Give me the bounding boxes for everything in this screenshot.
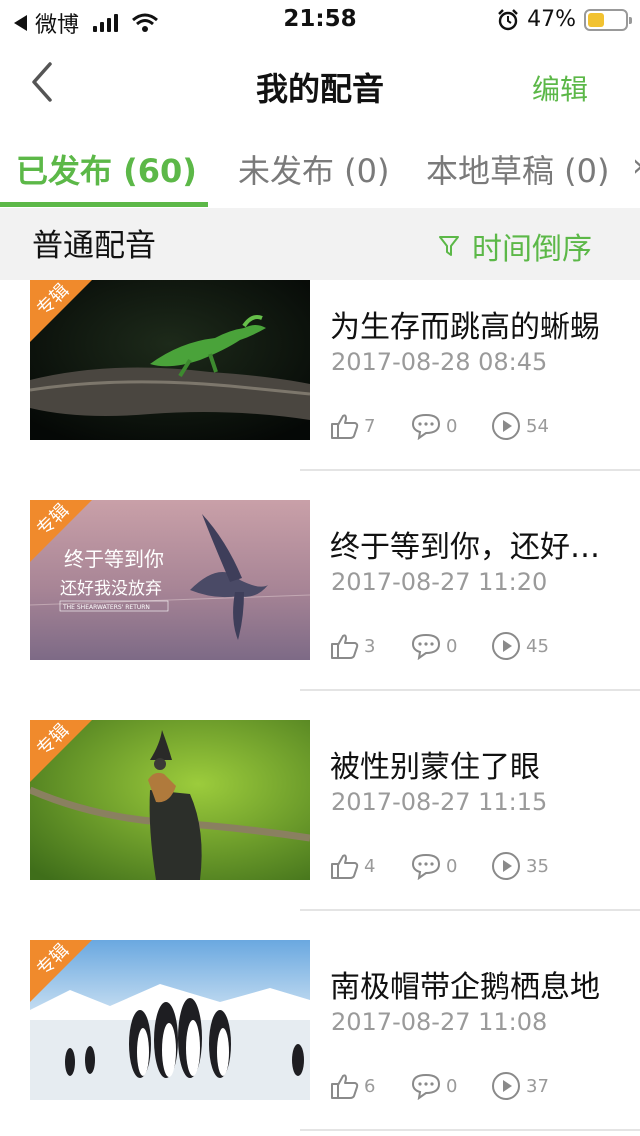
tab-published[interactable]: 已发布 (60)	[16, 146, 197, 192]
comment-count: 0	[446, 635, 458, 657]
thumbnail-crested-bird	[30, 720, 310, 880]
comment-bubble-icon	[411, 853, 441, 880]
thumbnail-lizard	[30, 280, 310, 440]
comment-count: 0	[446, 1075, 458, 1097]
section-title: 普通配音	[32, 228, 156, 264]
play-circle-icon	[492, 1072, 520, 1100]
like-stat[interactable]: 4	[330, 852, 410, 880]
sort-button[interactable]: 时间倒序	[438, 224, 592, 268]
play-stat[interactable]: 37	[490, 1070, 570, 1102]
section-header: 普通配音 时间倒序	[0, 208, 640, 280]
like-stat[interactable]: 7	[330, 412, 410, 440]
thumb-text-line2: 还好我没放弃	[60, 579, 162, 599]
like-stat[interactable]: 3	[330, 632, 410, 660]
status-right: 47%	[497, 7, 632, 32]
list-item[interactable]: 专辑 为生存而跳高的蜥蜴 2017-08-28 08:45 7 0 54	[0, 280, 640, 500]
battery-icon	[584, 8, 632, 31]
comment-count: 0	[446, 415, 458, 437]
play-count: 35	[526, 855, 549, 877]
like-count: 6	[364, 1075, 376, 1097]
play-circle-icon	[492, 632, 520, 660]
like-count: 3	[364, 635, 376, 657]
edit-button[interactable]: 编辑	[532, 68, 588, 108]
play-count: 45	[526, 635, 549, 657]
thumb-text-line1: 终于等到你	[64, 547, 164, 571]
list-item[interactable]: 专辑 被性别蒙住了眼 2017-08-27 11:15 4 0 35	[0, 720, 640, 940]
tab-local-drafts[interactable]: 本地草稿 (0)	[426, 146, 610, 192]
play-count: 37	[526, 1075, 549, 1097]
item-date: 2017-08-28 08:45	[331, 348, 548, 376]
comment-stat[interactable]: 0	[410, 1072, 490, 1100]
thumbs-up-icon	[331, 414, 359, 439]
battery-percent: 47%	[527, 7, 576, 32]
comment-stat[interactable]: 0	[410, 632, 490, 660]
like-stat[interactable]: 6	[330, 1072, 410, 1100]
play-count: 54	[526, 415, 549, 437]
play-stat[interactable]: 45	[490, 630, 570, 662]
item-date: 2017-08-27 11:08	[331, 1008, 548, 1036]
list-item[interactable]: 终于等到你 还好我没放弃 THE SHEARWATERS' RETURN 专辑 …	[0, 500, 640, 720]
navigation-bar: 我的配音 编辑	[0, 40, 640, 128]
active-tab-indicator	[0, 202, 208, 207]
item-divider	[300, 469, 640, 471]
comment-count: 0	[446, 855, 458, 877]
play-circle-icon	[492, 412, 520, 440]
item-title: 为生存而跳高的蜥蜴	[330, 310, 600, 345]
item-stats: 3 0 45	[330, 630, 570, 662]
comment-stat[interactable]: 0	[410, 412, 490, 440]
thumb-text-line3: THE SHEARWATERS' RETURN	[62, 604, 150, 611]
item-stats: 4 0 35	[330, 850, 570, 882]
thumbnail-penguins	[30, 940, 310, 1100]
like-count: 7	[364, 415, 376, 437]
item-divider	[300, 909, 640, 911]
status-bar: 微博 21:58 47%	[0, 0, 640, 40]
item-stats: 7 0 54	[330, 410, 570, 442]
item-divider	[300, 689, 640, 691]
item-title: 南极帽带企鹅栖息地	[330, 970, 600, 1005]
play-stat[interactable]: 35	[490, 850, 570, 882]
sort-label: 时间倒序	[472, 232, 592, 267]
tab-bar: 已发布 (60) 未发布 (0) 本地草稿 (0) ›	[0, 128, 640, 208]
play-stat[interactable]: 54	[490, 410, 570, 442]
comment-stat[interactable]: 0	[410, 852, 490, 880]
thumbs-up-icon	[331, 634, 359, 659]
item-date: 2017-08-27 11:20	[331, 568, 548, 596]
thumbs-up-icon	[331, 854, 359, 879]
comment-bubble-icon	[411, 1073, 441, 1100]
filter-funnel-icon	[439, 236, 459, 256]
list-item[interactable]: 专辑 南极帽带企鹅栖息地 2017-08-27 11:08 6 0 37	[0, 940, 640, 1136]
thumbnail-shearwater: 终于等到你 还好我没放弃 THE SHEARWATERS' RETURN	[30, 500, 310, 660]
comment-bubble-icon	[411, 633, 441, 660]
like-count: 4	[364, 855, 376, 877]
tab-overflow[interactable]: ›	[632, 146, 640, 184]
item-title: 终于等到你，还好…	[330, 530, 600, 565]
item-title: 被性别蒙住了眼	[330, 750, 540, 785]
item-date: 2017-08-27 11:15	[331, 788, 548, 816]
comment-bubble-icon	[411, 413, 441, 440]
thumbs-up-icon	[331, 1074, 359, 1099]
alarm-clock-icon	[498, 8, 518, 30]
item-stats: 6 0 37	[330, 1070, 570, 1102]
play-circle-icon	[492, 852, 520, 880]
tab-unpublished[interactable]: 未发布 (0)	[238, 146, 390, 192]
item-divider	[300, 1129, 640, 1131]
